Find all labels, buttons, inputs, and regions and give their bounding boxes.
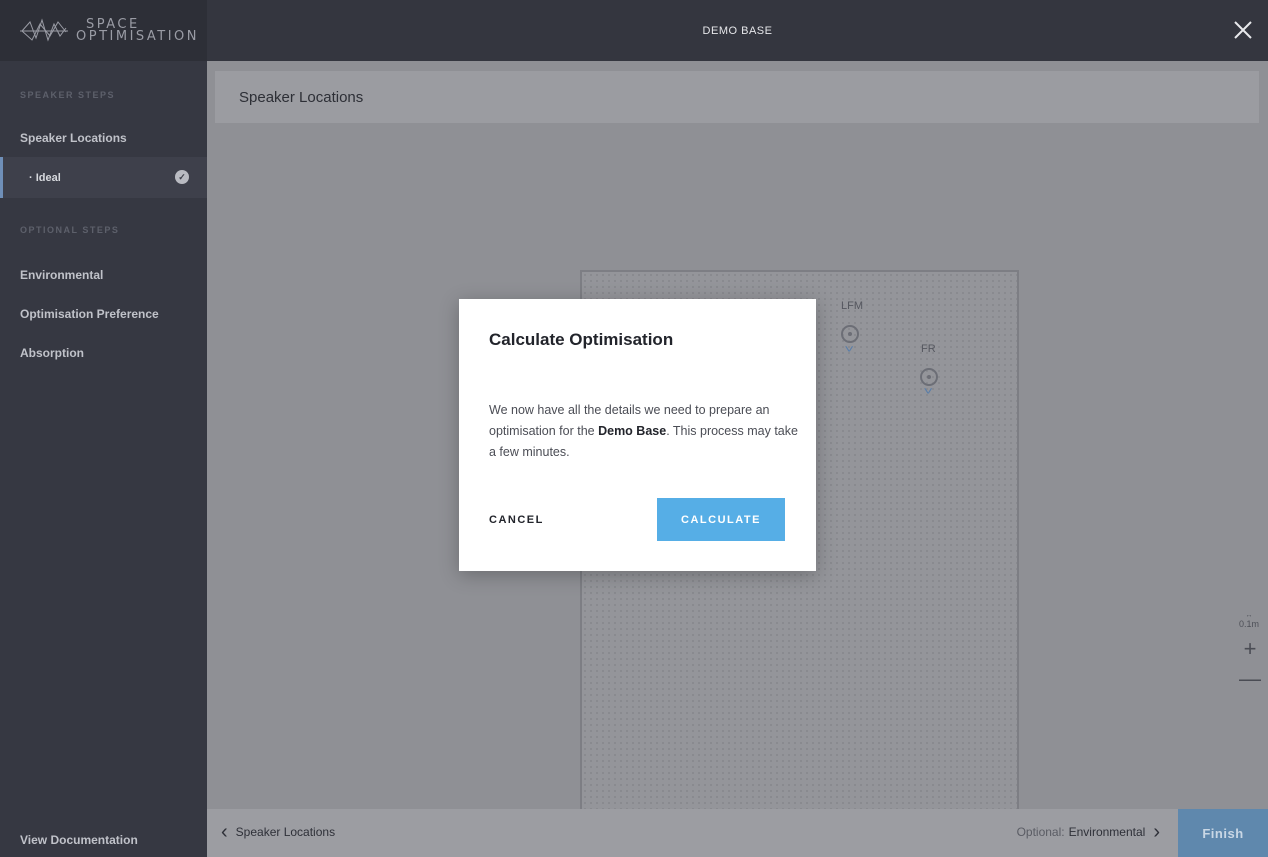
- app-logo: SPACE OPTIMISATION: [0, 0, 207, 61]
- speaker-label-lfm: LFM: [841, 300, 863, 312]
- scale-label: 0.1m: [1239, 619, 1260, 629]
- logo-text: SPACE OPTIMISATION: [76, 18, 200, 44]
- ruler-icon: ↔: [1245, 612, 1253, 619]
- sidebar-subitem-label: · Ideal: [29, 171, 61, 184]
- sidebar-subitem-ideal[interactable]: · Ideal ✓: [0, 157, 207, 198]
- page-title: DEMO BASE: [702, 24, 773, 37]
- top-bar: DEMO BASE: [207, 0, 1268, 61]
- bottom-bar: ‹ Speaker Locations Optional: Environmen…: [207, 809, 1268, 857]
- chevron-down-icon: ˅: [923, 386, 934, 398]
- next-prefix: Optional:: [1016, 825, 1065, 839]
- logo-icon: [20, 17, 68, 42]
- close-button[interactable]: [1230, 17, 1256, 43]
- modal-body-bold: Demo Base: [598, 424, 667, 438]
- section-header: Speaker Locations: [215, 71, 1259, 123]
- modal-title: Calculate Optimisation: [489, 330, 674, 349]
- zoom-out-button[interactable]: —: [1238, 668, 1262, 692]
- speaker-fr-icon[interactable]: [920, 368, 938, 386]
- section-label-speaker-steps: SPEAKER STEPS: [20, 90, 116, 100]
- next-label: Environmental: [1068, 825, 1146, 839]
- sidebar-item-environmental[interactable]: Environmental: [0, 268, 207, 282]
- back-label: Speaker Locations: [235, 825, 336, 839]
- chevron-down-icon: ˅: [844, 344, 855, 356]
- back-button[interactable]: ‹ Speaker Locations: [221, 821, 336, 843]
- chevron-left-icon: ‹: [221, 821, 228, 843]
- speaker-label-fr: FR: [921, 343, 936, 355]
- section-label-optional-steps: OPTIONAL STEPS: [20, 225, 120, 235]
- sidebar-item-speaker-locations[interactable]: Speaker Locations: [0, 131, 207, 145]
- sidebar-item-optimisation-preference[interactable]: Optimisation Preference: [0, 307, 207, 321]
- next-button[interactable]: Optional: Environmental ›: [1016, 821, 1160, 843]
- speaker-lfm-icon[interactable]: [841, 325, 859, 343]
- sidebar: SPACE OPTIMISATION SPEAKER STEPS Speaker…: [0, 0, 207, 857]
- chevron-right-icon: ›: [1153, 821, 1160, 843]
- scale-indicator: ↔ 0.1m: [1239, 612, 1259, 629]
- modal-body: We now have all the details we need to p…: [489, 400, 799, 463]
- cancel-button[interactable]: CANCEL: [489, 514, 544, 526]
- check-icon: ✓: [175, 170, 189, 184]
- view-documentation-link[interactable]: View Documentation: [20, 833, 138, 847]
- logo-line2: OPTIMISATION: [76, 28, 200, 44]
- finish-button[interactable]: Finish: [1178, 809, 1268, 857]
- zoom-in-button[interactable]: +: [1238, 638, 1262, 662]
- calculate-modal: Calculate Optimisation We now have all t…: [459, 299, 816, 571]
- calculate-button[interactable]: CALCULATE: [657, 498, 785, 541]
- sidebar-item-absorption[interactable]: Absorption: [0, 346, 207, 360]
- close-icon: [1234, 21, 1252, 39]
